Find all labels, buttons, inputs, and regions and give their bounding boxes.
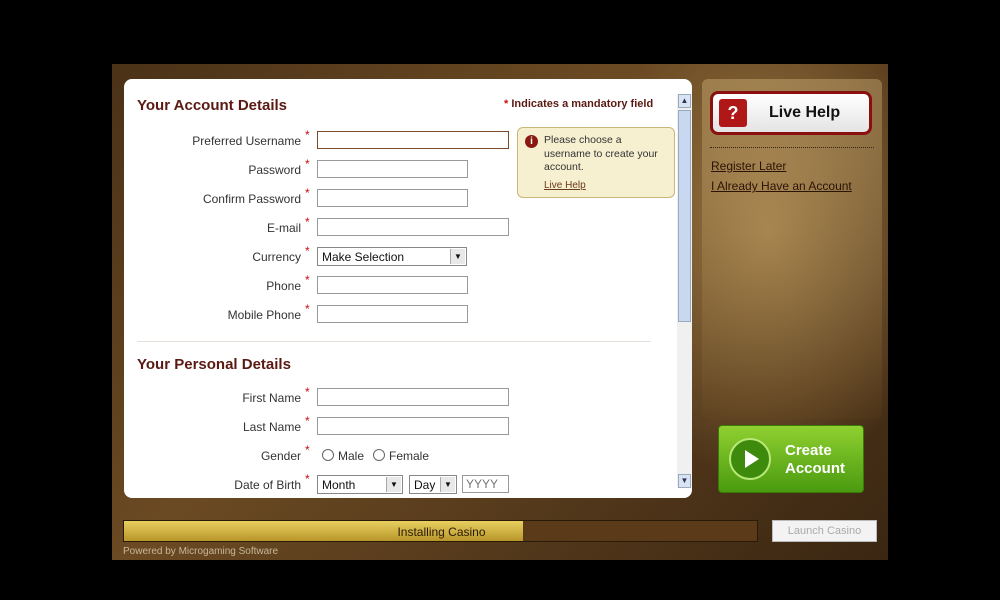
currency-selected-value: Make Selection	[322, 250, 405, 264]
row-email: E-mail *	[124, 215, 676, 239]
required-marker: *	[305, 414, 310, 428]
side-panel: ? Live Help Register Later I Already Hav…	[702, 79, 882, 497]
phone-input[interactable]	[317, 276, 468, 294]
required-marker: *	[305, 244, 310, 258]
confirm-password-input[interactable]	[317, 189, 468, 207]
row-mobile-phone: Mobile Phone *	[124, 302, 676, 326]
section-divider	[137, 341, 651, 342]
confirm-password-label: Confirm Password	[202, 192, 301, 206]
launch-casino-button[interactable]: Launch Casino	[772, 520, 877, 542]
last-name-input[interactable]	[317, 417, 509, 435]
password-label: Password	[248, 163, 301, 177]
install-progress-bar: Installing Casino	[123, 520, 758, 542]
preferred-username-label: Preferred Username	[192, 134, 301, 148]
info-icon: i	[525, 135, 538, 148]
email-input[interactable]	[317, 218, 509, 236]
row-phone: Phone *	[124, 273, 676, 297]
row-date-of-birth: Date of Birth * Month ▼ Day ▼	[124, 472, 676, 496]
dob-month-select[interactable]: Month ▼	[317, 475, 403, 494]
chevron-down-icon[interactable]: ▼	[440, 477, 455, 492]
chevron-down-icon[interactable]: ▼	[386, 477, 401, 492]
phone-label: Phone	[266, 279, 301, 293]
currency-select[interactable]: Make Selection ▼	[317, 247, 467, 266]
required-marker: *	[305, 443, 310, 457]
email-label: E-mail	[266, 221, 301, 235]
radio-circle[interactable]	[322, 449, 334, 461]
register-later-link[interactable]: Register Later	[711, 159, 786, 173]
currency-label: Currency	[252, 250, 301, 264]
mobile-phone-label: Mobile Phone	[227, 308, 301, 322]
play-icon	[729, 438, 771, 480]
required-marker: *	[305, 157, 310, 171]
required-marker: *	[305, 128, 310, 142]
required-marker: *	[305, 186, 310, 200]
scroll-up-icon[interactable]: ▲	[678, 94, 691, 108]
row-first-name: First Name *	[124, 385, 676, 409]
question-icon: ?	[719, 99, 747, 127]
gender-male-radio[interactable]: Male	[322, 449, 364, 463]
dob-year-input[interactable]	[462, 475, 509, 493]
mobile-phone-input[interactable]	[317, 305, 468, 323]
last-name-label: Last Name	[242, 420, 301, 434]
chevron-down-icon[interactable]: ▼	[450, 249, 465, 264]
date-of-birth-label: Date of Birth	[234, 478, 301, 492]
required-marker: *	[305, 273, 310, 287]
required-marker: *	[305, 302, 310, 316]
registration-form-panel: Your Account Details * Indicates a manda…	[124, 79, 692, 498]
powered-by-text: Powered by Microgaming Software	[123, 546, 279, 557]
scrollbar-thumb[interactable]	[678, 110, 691, 322]
create-account-button[interactable]: Create Account	[718, 425, 864, 493]
live-help-label: Live Help	[769, 104, 841, 121]
password-input[interactable]	[317, 160, 468, 178]
first-name-input[interactable]	[317, 388, 509, 406]
mandatory-note: * Indicates a mandatory field	[504, 98, 654, 110]
required-marker: *	[305, 385, 310, 399]
preferred-username-input[interactable]	[317, 131, 509, 149]
create-account-label: Create Account	[785, 442, 845, 477]
required-marker: *	[305, 215, 310, 229]
already-have-account-link[interactable]: I Already Have an Account	[711, 179, 852, 193]
radio-circle[interactable]	[373, 449, 385, 461]
form-scroll-area: Your Account Details * Indicates a manda…	[124, 79, 676, 498]
row-currency: Currency * Make Selection ▼	[124, 244, 676, 268]
required-marker: *	[305, 472, 310, 486]
live-help-button[interactable]: ? Live Help	[710, 91, 872, 135]
row-gender: Gender * Male Female	[124, 443, 676, 467]
dotted-divider	[710, 147, 874, 148]
account-details-title: Your Account Details	[137, 97, 288, 114]
personal-details-title: Your Personal Details	[137, 356, 291, 373]
scroll-down-icon[interactable]: ▼	[678, 474, 691, 488]
row-last-name: Last Name *	[124, 414, 676, 438]
form-scrollbar[interactable]: ▲ ▼	[677, 94, 692, 488]
tip-live-help-link[interactable]: Live Help	[544, 179, 668, 193]
dob-day-select[interactable]: Day ▼	[409, 475, 457, 494]
gender-female-radio[interactable]: Female	[373, 449, 429, 463]
username-tip: i Please choose a username to create you…	[517, 127, 675, 198]
first-name-label: First Name	[242, 391, 301, 405]
tip-text: Please choose a username to create your …	[544, 134, 658, 173]
gender-label: Gender	[260, 449, 301, 463]
progress-label: Installing Casino	[397, 525, 486, 539]
